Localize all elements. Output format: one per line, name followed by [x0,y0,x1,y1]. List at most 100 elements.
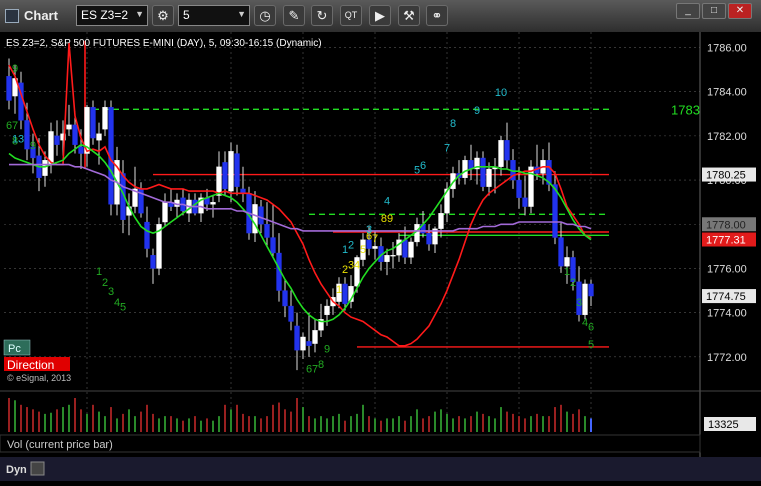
volume-bar [500,407,502,432]
volume-panel-label: Vol (current price bar) [7,439,113,451]
maximize-button[interactable]: □ [702,3,726,19]
chevron-down-icon[interactable]: ▼ [135,9,144,19]
dyn-label[interactable]: Dyn [6,464,27,476]
chevron-down-icon[interactable]: ▼ [237,9,246,19]
price-label: 1778.00 [706,219,746,231]
candle-body [144,221,150,249]
volume-bar [236,404,238,432]
count-label: 5 [360,244,366,256]
volume-bar [374,418,376,432]
price-label: 1774.75 [706,291,746,303]
symbol-value: ES Z3=2 [81,8,129,22]
close-button[interactable]: ✕ [728,3,752,19]
volume-bar [20,404,22,432]
volume-bar [284,409,286,432]
pencil-icon[interactable]: ✎ [283,5,305,26]
candle-body [426,232,432,245]
minimize-button[interactable]: _ [676,3,700,19]
volume-bar [164,416,166,432]
volume-bar [32,409,34,432]
direction-label: Direction [7,358,54,372]
volume-bar [536,413,538,432]
gear-icon[interactable]: ⚙ [152,5,174,26]
quote-icon[interactable]: QT [340,5,362,26]
interval-input[interactable]: 5 ▼ [178,5,250,26]
volume-bar [566,411,568,432]
candle-body [486,168,492,187]
y-tick-label: 1786.00 [707,42,747,54]
volume-bar [116,418,118,432]
volume-bar [476,411,478,432]
chart-area[interactable]: 1783 9 6 7 8 1 3 9 1 2 3 4 5 1 2 3 4 5 6 7 89 1 2 3 4 5 6 7 8 9 10 9 6 7… [0,32,761,481]
volume-bar [506,411,508,432]
settings-icon[interactable]: ⚒ [398,5,420,26]
window-title: Chart [24,8,58,23]
candle-body [150,255,156,269]
candle-body [72,124,78,145]
candle-body [564,257,570,267]
refresh-icon[interactable]: ↻ [311,5,333,26]
volume-bar [572,413,574,432]
count-label: 2 [570,277,576,289]
volume-bar [290,411,292,432]
volume-bar [272,404,274,432]
candle-body [6,76,12,101]
count-label: 9 [474,105,480,117]
volume-bar [446,413,448,432]
volume-bar [110,407,112,432]
volume-bar [428,416,430,432]
candle-body [102,106,108,130]
y-tick-label: 1776.00 [707,263,747,275]
candle-body [384,255,390,262]
candle-body [522,197,528,207]
volume-bar [398,416,400,432]
count-label: 7 [12,120,18,132]
candle-body [408,241,414,258]
play-icon[interactable]: ▶ [369,5,391,26]
volume-bar [68,404,70,432]
y-tick-label: 1782.00 [707,131,747,143]
volume-bar [458,416,460,432]
volume-bar [326,418,328,432]
symbol-input[interactable]: ES Z3=2 ▼ [76,5,148,26]
candle-body [42,160,48,176]
candle-body [504,140,510,161]
volume-bar [122,413,124,432]
candle-body [24,120,30,150]
candle-body [582,283,588,316]
volume-bar [206,418,208,432]
toolbar: Chart ES Z3=2 ▼ ⚙ 5 ▼ ◷ ✎ ↻ QT ▶ ⚒ ⚭ _ □… [0,0,761,33]
candle-body [258,206,264,225]
count-label: 10 [495,87,507,99]
clock-icon[interactable]: ◷ [254,5,276,26]
volume-bar [260,418,262,432]
zoom-icon[interactable] [30,461,45,476]
count-label: 4 [354,259,360,271]
volume-bar [134,416,136,432]
candle-body [162,202,168,223]
volume-bar [218,416,220,432]
volume-bar [356,413,358,432]
volume-bar [140,411,142,432]
candle-body [558,237,564,267]
volume-bar [422,418,424,432]
volume-bar [362,404,364,432]
y-tick-label: 1772.00 [707,352,747,364]
link-icon[interactable]: ⚭ [426,5,448,26]
volume-bar [440,409,442,432]
count-label: 2 [348,240,354,252]
volume-bar [8,398,10,432]
volume-bar [98,411,100,432]
volume-bar [248,416,250,432]
time-axis-bar [0,457,761,481]
candle-body [516,179,522,198]
volume-bar [104,416,106,432]
count-label: 7 [372,233,378,245]
volume-bar [482,413,484,432]
volume-value: 13325 [708,419,739,431]
volume-bar [320,416,322,432]
candle-body [498,140,504,167]
candle-body [222,162,228,190]
volume-bar [254,416,256,432]
volume-bar [350,416,352,432]
